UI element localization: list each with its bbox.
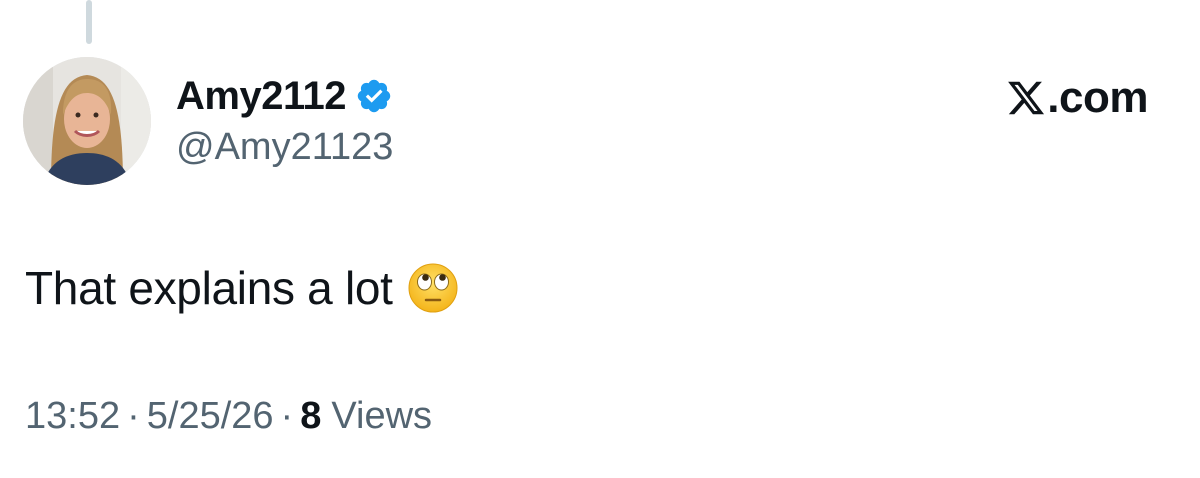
views-label[interactable]: Views: [331, 390, 432, 442]
tweet-text: That explains a lot: [25, 262, 393, 314]
name-row: Amy2112: [176, 70, 393, 122]
author-info: Amy2112 @Amy21123: [176, 70, 393, 170]
thread-connector-line: [86, 0, 92, 44]
avatar-photo: [23, 57, 151, 185]
tweet-meta: 13:52 · 5/25/26 · 8 Views: [25, 390, 432, 442]
display-name[interactable]: Amy2112: [176, 70, 346, 122]
verified-badge-icon[interactable]: [355, 77, 393, 115]
meta-separator: ·: [280, 395, 294, 437]
tweet-date[interactable]: 5/25/26: [147, 390, 274, 442]
tweet-time[interactable]: 13:52: [25, 390, 120, 442]
rolling-eyes-emoji-icon: [407, 262, 459, 314]
user-handle[interactable]: @Amy21123: [176, 124, 393, 170]
x-logo-icon: [1006, 78, 1046, 118]
brand-watermark: .com: [1006, 72, 1148, 124]
views-count[interactable]: 8: [300, 390, 321, 442]
meta-separator: ·: [127, 395, 140, 437]
brand-domain: .com: [1047, 73, 1148, 122]
avatar[interactable]: [23, 57, 151, 185]
tweet-body: That explains a lot: [25, 258, 459, 318]
